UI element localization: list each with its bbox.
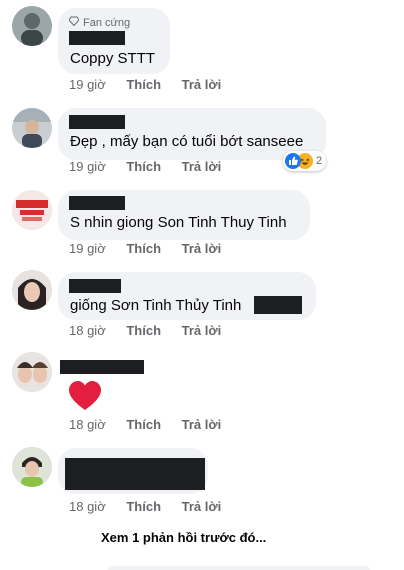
redacted-name bbox=[69, 31, 125, 45]
comment-meta: 18 giờ Thích Trả lời bbox=[69, 323, 221, 338]
like-button[interactable]: Thích bbox=[126, 417, 161, 432]
reply-button[interactable]: Trả lời bbox=[182, 241, 222, 256]
view-previous-replies-link[interactable]: Xem 1 phản hồi trước đó... bbox=[101, 530, 266, 545]
reply-button[interactable]: Trả lời bbox=[182, 159, 222, 174]
avatar[interactable] bbox=[12, 447, 52, 487]
comment-text: S nhin giong Son Tinh Thuy Tinh bbox=[70, 214, 287, 231]
comment-time[interactable]: 19 giờ bbox=[69, 77, 106, 92]
comment-text: Coppy STTT bbox=[70, 50, 156, 67]
reply-button[interactable]: Trả lời bbox=[182, 499, 222, 514]
reactions-badge[interactable]: 2 bbox=[283, 151, 327, 171]
like-button[interactable]: Thích bbox=[126, 241, 161, 256]
avatar[interactable] bbox=[12, 190, 52, 230]
reply-button[interactable]: Trả lời bbox=[182, 77, 222, 92]
heart-emoji bbox=[68, 380, 102, 412]
comment-meta: 18 giờ Thích Trả lời bbox=[69, 417, 221, 432]
like-button[interactable]: Thích bbox=[126, 77, 161, 92]
fan-badge-label: Fan cứng bbox=[83, 16, 131, 29]
fan-badge: Fan cứng bbox=[68, 16, 131, 29]
comment-time[interactable]: 19 giờ bbox=[69, 159, 106, 174]
like-button[interactable]: Thích bbox=[126, 499, 161, 514]
avatar[interactable] bbox=[12, 352, 52, 392]
comment-meta: 19 giờ Thích Trả lời bbox=[69, 77, 221, 92]
reaction-count: 2 bbox=[316, 155, 323, 167]
avatar[interactable] bbox=[12, 108, 52, 148]
like-icon bbox=[285, 153, 301, 169]
comment-time[interactable]: 18 giờ bbox=[69, 499, 106, 514]
redacted-comment bbox=[65, 458, 205, 490]
like-button[interactable]: Thích bbox=[126, 159, 161, 174]
next-comment-edge bbox=[108, 566, 370, 570]
reply-button[interactable]: Trả lời bbox=[182, 323, 222, 338]
redacted-mention bbox=[254, 296, 302, 314]
comment-time[interactable]: 18 giờ bbox=[69, 417, 106, 432]
redacted-name bbox=[69, 279, 121, 293]
diamond-icon bbox=[68, 16, 80, 29]
like-button[interactable]: Thích bbox=[126, 323, 161, 338]
comment-meta: 19 giờ Thích Trả lời bbox=[69, 159, 221, 174]
redacted-name bbox=[60, 360, 144, 374]
comment-meta: 19 giờ Thích Trả lời bbox=[69, 241, 221, 256]
avatar[interactable] bbox=[12, 6, 52, 46]
redacted-name bbox=[69, 115, 125, 129]
comment-time[interactable]: 18 giờ bbox=[69, 323, 106, 338]
comment-text: giống Sơn Tinh Thủy Tinh bbox=[70, 297, 242, 314]
comment-time[interactable]: 19 giờ bbox=[69, 241, 106, 256]
comment-meta: 18 giờ Thích Trả lời bbox=[69, 499, 221, 514]
redacted-name bbox=[69, 196, 125, 210]
reply-button[interactable]: Trả lời bbox=[182, 417, 222, 432]
avatar[interactable] bbox=[12, 270, 52, 310]
comment-text: Đẹp , mấy bạn có tuổi bớt sanseee bbox=[70, 133, 304, 150]
